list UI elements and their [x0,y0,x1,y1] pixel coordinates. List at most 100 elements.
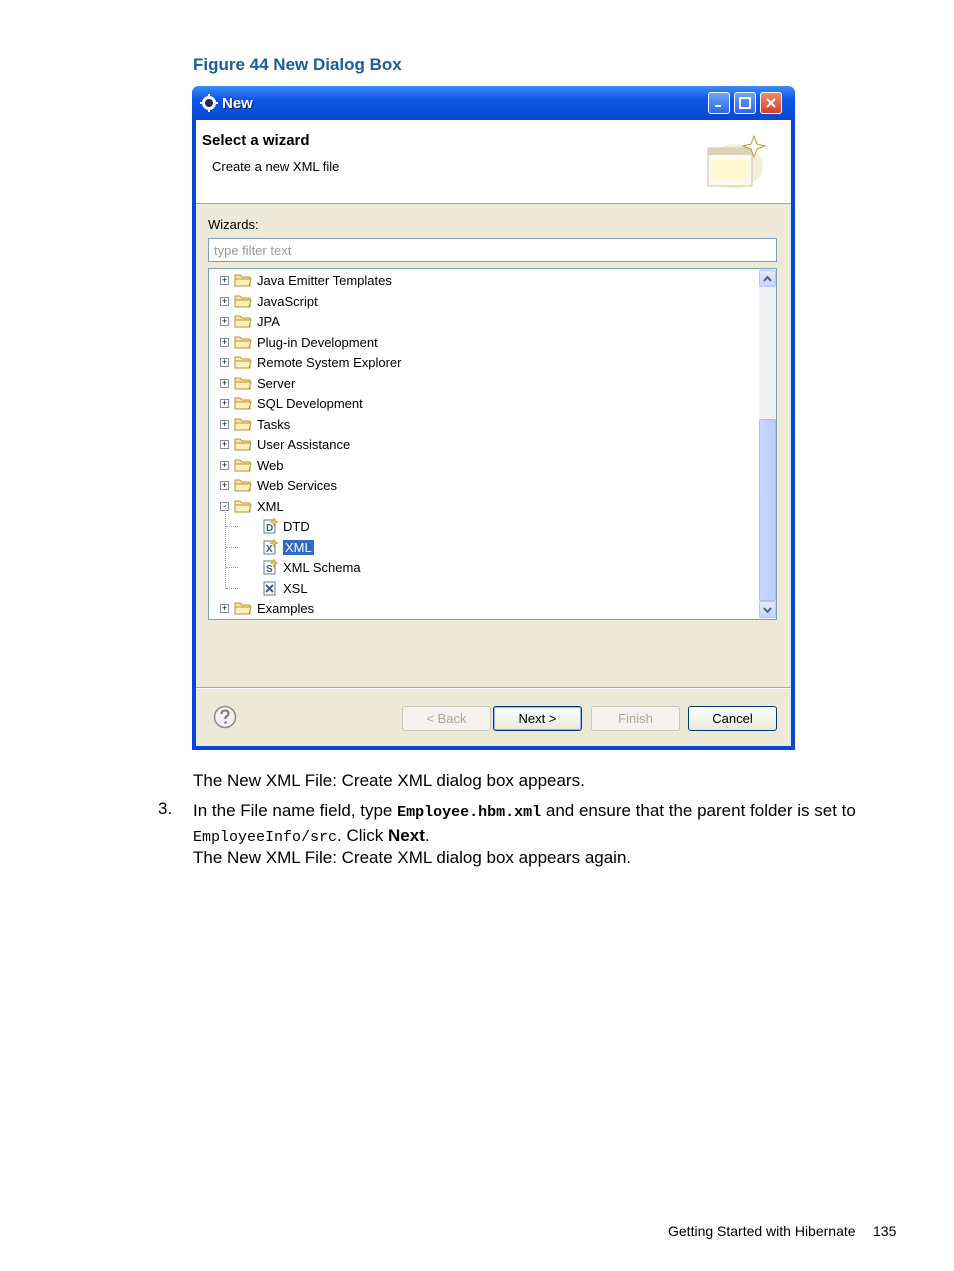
folder-icon [234,601,252,615]
schema-file-icon: S [262,558,279,575]
eclipse-icon [200,94,218,112]
step-text: In the File name field, type [193,801,398,820]
tree-item-label: XML Schema [283,559,361,575]
dialog-client: Select a wizard Create a new XML file Wi… [196,120,791,746]
tree-guide-line [225,505,226,589]
tree-item-label: Plug-in Development [257,334,378,350]
expand-icon[interactable]: + [220,296,229,306]
folder-icon [234,273,252,287]
expand-icon[interactable]: + [220,398,229,408]
tree-folder-item[interactable]: + Remote System Explorer [220,352,402,372]
expand-icon[interactable]: + [220,480,229,490]
back-button[interactable]: < Back [402,706,491,731]
tree-item-label: XML [257,498,284,514]
tree-folder-item[interactable]: + JPA [220,311,280,331]
help-icon[interactable] [213,705,237,729]
tree-item-label: Remote System Explorer [257,354,402,370]
tree-guide-line [226,526,238,527]
chevron-up-icon [763,275,772,282]
expand-icon[interactable]: + [220,337,229,347]
cancel-button[interactable]: Cancel [688,706,777,731]
tree-folder-item[interactable]: + User Assistance [220,434,350,454]
figure-caption: Figure 44 New Dialog Box [193,55,402,74]
step-text: and ensure that the parent folder is set… [541,801,856,820]
tree-item-label: Examples [257,600,315,616]
tree-item-label: Java Emitter Templates [257,272,392,288]
button-bar-separator [196,687,791,689]
tree-folder-item[interactable]: + Server [220,373,295,393]
tree-folder-item[interactable]: + Tasks [220,414,290,434]
maximize-icon [739,97,751,109]
tree-item-label: JPA [257,313,280,329]
xsl-file-icon [262,580,278,596]
close-icon [766,98,776,108]
expand-icon[interactable]: + [220,378,229,388]
tree-folder-item[interactable]: + Plug-in Development [220,332,378,352]
xml-file-icon: X [262,538,279,555]
tree-item-label: Tasks [257,416,291,432]
folder-icon [234,499,252,513]
tree-child-item[interactable]: D DTD [262,516,310,536]
expand-icon[interactable]: + [220,275,229,285]
tree-child-item[interactable]: XSL [262,578,308,598]
tree-item-label: DTD [283,518,310,534]
folder-icon [234,478,252,492]
title-bar[interactable]: New [192,86,795,120]
tree-scrollbar[interactable] [759,269,776,619]
minimize-icon [715,105,721,107]
chevron-down-icon [763,606,772,613]
step-text: . Click [337,826,389,845]
scroll-down-button[interactable] [759,601,776,618]
page-number: 135 [873,1223,897,1239]
scroll-up-button[interactable] [759,270,776,287]
tree-folder-item[interactable]: + Examples [220,598,314,618]
wizard-heading: Select a wizard [202,132,310,149]
wizards-label: Wizards: [208,217,259,232]
paragraph-dialog-appears: The New XML File: Create XML dialog box … [193,771,585,790]
tree-guide-line [226,547,238,548]
tree-folder-item[interactable]: - XML [220,496,284,516]
paragraph-dialog-appears-again: The New XML File: Create XML dialog box … [193,848,632,867]
tree-item-label: Server [257,375,296,391]
tree-item-label: User Assistance [257,436,351,452]
expand-icon[interactable]: + [220,316,229,326]
footer-section-title: Getting Started with Hibernate [668,1223,856,1239]
next-button[interactable]: Next > [493,706,582,731]
tree-folder-item[interactable]: + Java Emitter Templates [220,270,392,290]
folder-icon [234,294,252,308]
parent-folder-code: EmployeeInfo/src [193,829,338,846]
finish-button[interactable]: Finish [591,706,680,731]
dialog-title: New [222,95,253,112]
maximize-button[interactable] [734,92,756,114]
tree-item-label: XSL [283,580,308,596]
tree-folder-item[interactable]: + Web [220,455,284,475]
tree-folder-item[interactable]: + SQL Development [220,393,363,413]
expand-icon[interactable]: + [220,357,229,367]
expand-icon[interactable]: + [220,603,229,613]
wizard-description: Create a new XML file [212,159,340,174]
svg-text:D: D [266,523,273,534]
folder-icon [234,417,252,431]
tree-folder-item[interactable]: + Web Services [220,475,337,495]
expand-icon[interactable]: + [220,439,229,449]
step-number: 3. [158,799,173,818]
scroll-thumb[interactable] [759,419,776,601]
tree-item-label: SQL Development [257,395,363,411]
wizard-banner: Select a wizard Create a new XML file [196,120,791,204]
new-dialog: New Select a wizard Create a new XML fil… [192,86,795,750]
tree-child-item[interactable]: X XML [262,537,314,557]
minimize-button[interactable] [708,92,730,114]
tree-child-item[interactable]: S XML Schema [262,557,361,577]
step-text: . [424,826,430,845]
tree-guide-line [226,588,238,589]
folder-icon [234,458,252,472]
expand-icon[interactable]: + [220,419,229,429]
tree-item-label: Web [257,457,284,473]
wizard-banner-icon [707,134,766,188]
expand-icon[interactable]: + [220,460,229,470]
filter-input[interactable] [208,238,777,262]
tree-folder-item[interactable]: + JavaScript [220,291,318,311]
svg-text:S: S [266,564,273,575]
close-button[interactable] [760,92,782,114]
step-3-text: In the File name field, type Employee.hb… [193,799,893,849]
